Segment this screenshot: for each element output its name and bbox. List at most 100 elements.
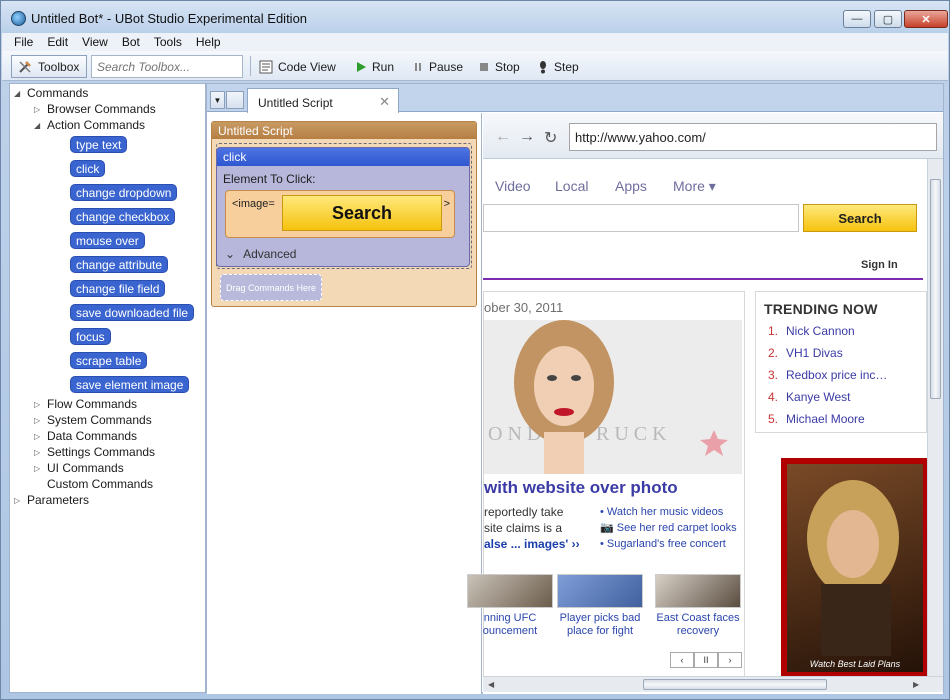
maximize-button[interactable]: ▢ (874, 10, 902, 28)
trending-number: 3. (768, 368, 779, 382)
scroll-left-arrow-icon[interactable]: ◀ (488, 680, 494, 689)
element-to-click-label: Element To Click: (223, 172, 316, 186)
menu-edit[interactable]: Edit (40, 35, 75, 49)
step-button[interactable]: Step (537, 56, 579, 77)
story-photo[interactable]: O N D R U C K (484, 320, 742, 474)
close-button[interactable]: ✕ (904, 10, 948, 28)
related-link-1-label: Watch her music videos (606, 506, 724, 518)
command-change-attribute[interactable]: change attribute (70, 256, 169, 273)
script-block[interactable]: Untitled Script click Element To Click: … (211, 121, 477, 307)
yahoo-tab-local[interactable]: Local (555, 178, 588, 194)
stop-button[interactable]: Stop (478, 56, 520, 77)
trending-item-3[interactable]: 3. Redbox price inc… (768, 368, 887, 382)
tab-untitled-script[interactable]: Untitled Script ✕ (247, 88, 399, 113)
click-command-block[interactable]: click Element To Click: <image= Search >… (216, 147, 470, 267)
tree-data-commands[interactable]: ▷ Data Commands (34, 428, 137, 444)
command-scrape-table[interactable]: scrape table (70, 352, 148, 369)
pager-prev-button[interactable]: ‹ (670, 652, 694, 668)
story-related-links: • Watch her music videos 📷 See her red c… (600, 504, 737, 552)
tree-ui-commands-label: UI Commands (47, 461, 124, 475)
sign-in-link[interactable]: Sign In (861, 259, 898, 271)
command-click[interactable]: click (70, 160, 106, 177)
horizontal-scrollbar[interactable]: ◀ ▶ (483, 676, 943, 692)
tree-custom-commands[interactable]: Custom Commands (47, 476, 153, 492)
tree-parameters[interactable]: ▷ Parameters (14, 492, 89, 508)
minimize-button[interactable]: — (843, 10, 871, 28)
command-type-text[interactable]: type text (70, 136, 128, 153)
vertical-scrollbar[interactable] (927, 159, 943, 676)
related-link-2[interactable]: 📷 See her red carpet looks (600, 520, 737, 536)
back-arrow-icon[interactable]: ← (495, 128, 511, 146)
code-view-button[interactable]: Code View (259, 56, 336, 77)
yahoo-tab-apps[interactable]: Apps (615, 178, 647, 194)
pager-pause-button[interactable]: II (694, 652, 718, 668)
tab-label: Untitled Script (258, 96, 333, 110)
command-focus[interactable]: focus (70, 328, 111, 345)
command-save-downloaded-file[interactable]: save downloaded file (70, 304, 195, 321)
yahoo-tab-video[interactable]: Video (495, 178, 531, 194)
command-change-dropdown[interactable]: change dropdown (70, 184, 178, 201)
refresh-icon[interactable]: ↻ (544, 128, 557, 148)
teaser-link[interactable]: alse ... images' ›› (484, 537, 580, 551)
trending-label: Kanye West (786, 390, 851, 404)
menu-tools[interactable]: Tools (147, 35, 189, 49)
step-label: Step (554, 59, 579, 74)
trending-now-panel: TRENDING NOW 1. Nick Cannon 2. VH1 Divas 3… (755, 291, 927, 433)
run-button[interactable]: Run (355, 56, 394, 77)
pager-next-button[interactable]: › (718, 652, 742, 668)
toolbox-button[interactable]: Toolbox (11, 55, 87, 78)
tree-system-commands[interactable]: ▷ System Commands (34, 412, 152, 428)
tree-browser-commands[interactable]: ▷ Browser Commands (34, 101, 156, 117)
pause-button[interactable]: Pause (412, 56, 463, 77)
url-bar[interactable]: http://www.yahoo.com/ (569, 123, 937, 151)
tab-close-icon[interactable]: ✕ (379, 94, 390, 110)
tree-ui-commands[interactable]: ▷ UI Commands (34, 460, 124, 476)
forward-arrow-icon[interactable]: → (519, 128, 535, 146)
command-save-element-image[interactable]: save element image (70, 376, 190, 393)
tree-commands[interactable]: ◢ Commands (14, 85, 88, 101)
story-headline[interactable]: with website over photo (484, 478, 678, 498)
scroll-right-arrow-icon[interactable]: ▶ (913, 680, 919, 689)
trending-item-4[interactable]: 4. Kanye West (768, 390, 851, 404)
trending-label: VH1 Divas (786, 346, 843, 360)
advanced-toggle[interactable]: ⌄ Advanced (225, 247, 296, 261)
thumbnail-3[interactable]: East Coast faces recovery (654, 574, 742, 638)
element-to-click-field[interactable]: <image= Search > (225, 190, 455, 238)
new-document-icon[interactable] (226, 91, 244, 109)
element-suffix: > (443, 198, 450, 210)
trending-label: Nick Cannon (786, 324, 855, 338)
thumbnail-2[interactable]: Player picks bad place for fight (556, 574, 644, 638)
command-change-file-field[interactable]: change file field (70, 280, 166, 297)
tree-settings-commands[interactable]: ▷ Settings Commands (34, 444, 155, 460)
tree-action-commands[interactable]: ◢ Action Commands (34, 117, 145, 133)
related-link-1[interactable]: • Watch her music videos (600, 504, 737, 520)
horizontal-scroll-thumb[interactable] (643, 679, 827, 690)
menu-file[interactable]: File (7, 35, 40, 49)
yahoo-search-button[interactable]: Search (803, 204, 917, 232)
yahoo-search-input[interactable] (483, 204, 799, 232)
menu-help[interactable]: Help (189, 35, 228, 49)
trending-item-5[interactable]: 5. Michael Moore (768, 412, 865, 426)
thumbnail-2-image (557, 574, 643, 608)
vertical-scroll-thumb[interactable] (930, 179, 941, 399)
thumbnail-1[interactable]: nning UFC ouncement (466, 574, 554, 638)
trending-label: Michael Moore (786, 412, 865, 426)
tab-list-dropdown[interactable]: ▼ (210, 91, 225, 109)
command-change-checkbox[interactable]: change checkbox (70, 208, 176, 225)
related-link-3[interactable]: • Sugarland's free concert (600, 536, 737, 552)
app-window: Untitled Bot* - UBot Studio Experimental… (0, 0, 950, 700)
drag-commands-here-target[interactable]: Drag Commands Here (220, 274, 322, 301)
search-toolbox-input[interactable] (91, 55, 243, 78)
yahoo-tab-more[interactable]: More ▾ (673, 178, 716, 195)
trending-item-2[interactable]: 2. VH1 Divas (768, 346, 843, 360)
trending-item-1[interactable]: 1. Nick Cannon (768, 324, 855, 338)
chevron-down-icon: ⌄ (225, 247, 236, 261)
menu-view[interactable]: View (75, 35, 115, 49)
menu-bot[interactable]: Bot (115, 35, 147, 49)
tree-flow-commands[interactable]: ▷ Flow Commands (34, 396, 137, 412)
advertisement[interactable]: Watch Best Laid Plans (781, 458, 929, 678)
toolbox-label: Toolbox (38, 59, 80, 74)
embedded-browser: ← → ↻ http://www.yahoo.com/ Video Local … (467, 113, 943, 694)
command-mouse-over[interactable]: mouse over (70, 232, 145, 249)
tree-data-commands-label: Data Commands (47, 429, 138, 443)
